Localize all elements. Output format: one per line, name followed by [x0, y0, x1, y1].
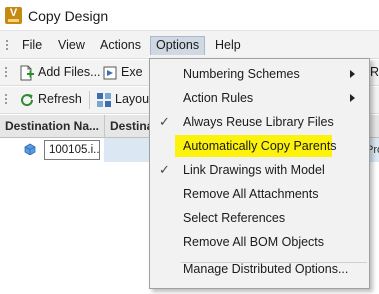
menu-help[interactable]: Help: [210, 36, 246, 55]
grip-icon[interactable]: [6, 40, 9, 52]
menu-view[interactable]: View: [53, 36, 90, 55]
menu-item-always-reuse-library-files[interactable]: ✓ Always Reuse Library Files: [150, 110, 369, 134]
submenu-arrow-icon: [350, 70, 355, 78]
title-bar: V Copy Design: [0, 0, 379, 31]
menu-item-remove-all-attachments[interactable]: Remove All Attachments: [150, 182, 369, 206]
layout-button[interactable]: Layou: [95, 91, 149, 109]
column-divider[interactable]: [104, 115, 105, 138]
options-menu: Numbering Schemes Action Rules ✓ Always …: [149, 58, 370, 289]
checkmark-icon: ✓: [159, 114, 170, 129]
menu-file[interactable]: File: [17, 36, 47, 55]
menu-actions[interactable]: Actions: [95, 36, 146, 55]
execute-icon: [103, 66, 117, 80]
layout-icon: [97, 93, 111, 107]
toolbar-button-partial[interactable]: R: [370, 64, 379, 82]
execute-button[interactable]: Exe: [101, 64, 149, 82]
menu-item-link-drawings-with-model[interactable]: ✓ Link Drawings with Model: [150, 158, 369, 182]
checkmark-icon: ✓: [159, 162, 170, 177]
grip-icon[interactable]: [5, 94, 8, 106]
menu-options[interactable]: Options: [150, 36, 206, 55]
vault-logo-icon: V: [5, 7, 22, 24]
menu-item-automatically-copy-parents[interactable]: Automatically Copy Parents: [150, 134, 369, 158]
column-header-destination-name[interactable]: Destination Na...: [5, 119, 99, 133]
menu-item-select-references[interactable]: Select References: [150, 206, 369, 230]
menu-item-action-rules[interactable]: Action Rules: [150, 86, 369, 110]
menu-item-manage-distributed-options[interactable]: Manage Distributed Options...: [150, 257, 369, 281]
part-file-icon: [24, 143, 36, 155]
destination-name-cell[interactable]: 100105.i...: [44, 140, 100, 160]
menu-item-remove-all-bom-objects[interactable]: Remove All BOM Objects: [150, 230, 369, 254]
menu-bar: File View Actions Options Help: [0, 31, 379, 59]
add-files-button[interactable]: Add Files...: [18, 64, 101, 82]
toolbar-separator: [89, 91, 90, 109]
window-title: Copy Design: [28, 8, 109, 24]
refresh-icon: [21, 94, 34, 107]
grip-icon[interactable]: [5, 67, 8, 79]
submenu-arrow-icon: [350, 94, 355, 102]
refresh-button[interactable]: Refresh: [18, 91, 86, 109]
add-files-icon: [20, 65, 34, 81]
menu-item-numbering-schemes[interactable]: Numbering Schemes: [150, 62, 369, 86]
